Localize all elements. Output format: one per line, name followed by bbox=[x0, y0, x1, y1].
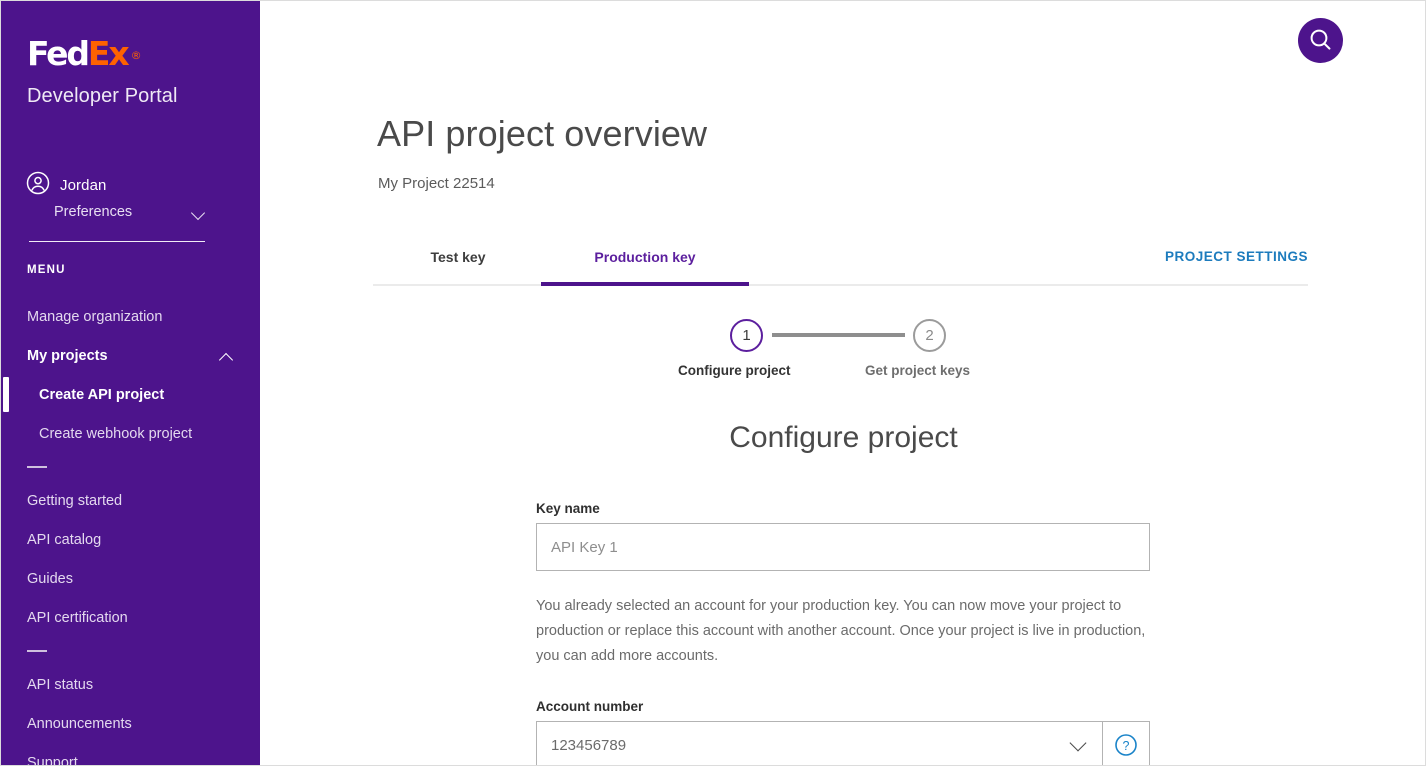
sidebar-item-create-webhook-project[interactable]: Create webhook project bbox=[1, 414, 260, 453]
production-key-helper-text: You already selected an account for your… bbox=[536, 598, 1146, 664]
app-window: FedEx ® Developer Portal Jordan Preferenc… bbox=[0, 0, 1426, 766]
key-name-label: Key name bbox=[536, 501, 600, 516]
search-icon bbox=[1310, 29, 1331, 50]
sidebar-item-label: API catalog bbox=[27, 531, 102, 548]
stepper-step-1-number: 1 bbox=[742, 327, 751, 344]
key-name-input[interactable] bbox=[536, 523, 1150, 571]
sidebar-divider bbox=[29, 241, 205, 242]
sidebar-item-my-projects[interactable]: My projects bbox=[1, 336, 260, 375]
account-number-help-button[interactable]: ? bbox=[1103, 721, 1150, 765]
sidebar-item-support[interactable]: Support bbox=[1, 743, 260, 766]
stepper-step-2-label: Get project keys bbox=[865, 363, 971, 378]
sidebar-item-api-catalog[interactable]: API catalog bbox=[1, 520, 260, 559]
sidebar-item-getting-started[interactable]: Getting started bbox=[1, 481, 260, 520]
sidebar-item-api-status[interactable]: API status bbox=[1, 665, 260, 704]
preferences-label: Preferences bbox=[54, 204, 133, 220]
stepper-step-2-number: 2 bbox=[925, 327, 934, 344]
tab-bar: Test key Production key PROJECT SETTINGS bbox=[373, 241, 1308, 286]
sidebar-item-label: Manage organization bbox=[27, 308, 163, 325]
registered-trademark-icon: ® bbox=[130, 49, 142, 62]
tab-label: Production key bbox=[594, 249, 696, 265]
logo-ex-text: Ex bbox=[87, 34, 130, 73]
main-content: API project overview My Project 22514 Te… bbox=[260, 1, 1425, 765]
page-title: API project overview bbox=[377, 113, 708, 154]
tab-test-key[interactable]: Test key bbox=[373, 241, 543, 291]
stepper-step-2[interactable]: 2 bbox=[913, 319, 946, 352]
chevron-down-icon bbox=[192, 205, 206, 219]
sidebar-item-label: Announcements bbox=[27, 715, 132, 732]
sidebar-item-api-certification[interactable]: API certification bbox=[1, 598, 260, 637]
sidebar-item-label: My projects bbox=[27, 347, 108, 364]
section-title: Configure project bbox=[729, 421, 958, 454]
sidebar-item-announcements[interactable]: Announcements bbox=[1, 704, 260, 743]
fedex-logo[interactable]: FedEx ® bbox=[27, 37, 142, 70]
logo-fed-text: Fed bbox=[27, 34, 90, 73]
portal-title: Developer Portal bbox=[27, 85, 178, 107]
user-name: Jordan bbox=[60, 177, 107, 194]
sidebar-item-label: API status bbox=[27, 676, 94, 693]
account-number-select[interactable]: 123456789 bbox=[536, 721, 1103, 765]
svg-text:?: ? bbox=[1123, 739, 1130, 753]
stepper-connector-line bbox=[772, 333, 905, 337]
progress-stepper: 1 2 Configure project Get project keys bbox=[678, 319, 980, 389]
menu-heading: MENU bbox=[27, 264, 66, 276]
account-number-label: Account number bbox=[536, 699, 644, 714]
configure-project-form: Key name You already selected an account… bbox=[536, 501, 1150, 765]
account-number-value: 123456789 bbox=[551, 736, 627, 754]
active-tab-indicator bbox=[541, 282, 749, 286]
sidebar-group-divider bbox=[1, 453, 260, 481]
project-settings-link[interactable]: PROJECT SETTINGS bbox=[1165, 249, 1308, 264]
user-avatar-icon bbox=[26, 171, 50, 200]
question-mark-circle-icon: ? bbox=[1115, 734, 1137, 756]
sidebar: FedEx ® Developer Portal Jordan Preferenc… bbox=[1, 1, 260, 766]
sidebar-item-create-api-project[interactable]: Create API project bbox=[1, 375, 260, 414]
tab-label: Test key bbox=[430, 249, 486, 265]
sidebar-item-guides[interactable]: Guides bbox=[1, 559, 260, 598]
user-account[interactable]: Jordan bbox=[26, 171, 106, 200]
stepper-step-1-label: Configure project bbox=[678, 363, 791, 378]
sidebar-item-manage-organization[interactable]: Manage organization bbox=[1, 297, 260, 336]
search-button[interactable] bbox=[1298, 18, 1343, 63]
chevron-down-icon bbox=[1070, 739, 1086, 748]
sidebar-item-label: API certification bbox=[27, 609, 128, 626]
sidebar-item-label: Create webhook project bbox=[39, 425, 193, 442]
sidebar-nav: Manage organization My projects Create A… bbox=[1, 297, 260, 766]
preferences-toggle[interactable]: Preferences bbox=[54, 204, 206, 220]
sidebar-item-label: Support bbox=[27, 754, 78, 766]
sidebar-group-divider-2 bbox=[1, 637, 260, 665]
sidebar-item-label: Getting started bbox=[27, 492, 123, 509]
sidebar-item-label: Create API project bbox=[39, 386, 165, 403]
chevron-up-icon bbox=[220, 349, 234, 363]
account-number-row: 123456789 ? bbox=[536, 721, 1150, 765]
stepper-step-1[interactable]: 1 bbox=[730, 319, 763, 352]
sidebar-item-label: Guides bbox=[27, 570, 73, 587]
page-subtitle: My Project 22514 bbox=[378, 175, 495, 192]
